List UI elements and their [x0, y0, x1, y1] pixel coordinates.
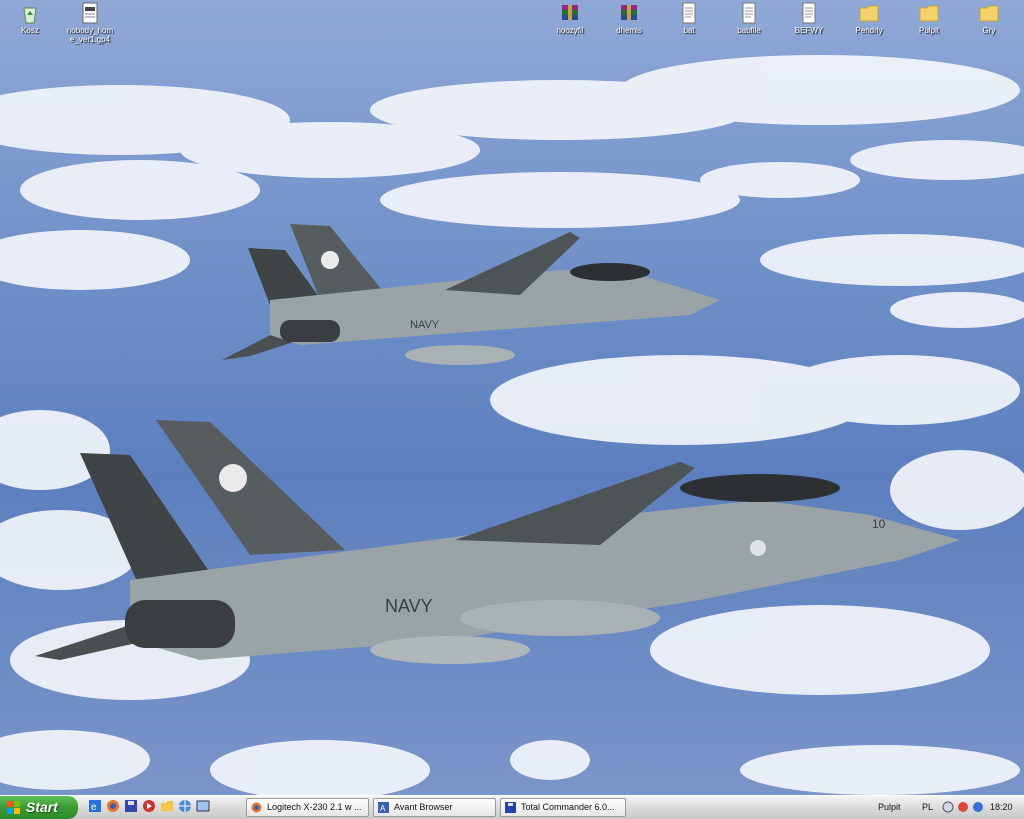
window-icon[interactable] — [196, 799, 210, 813]
text-file-icon — [742, 2, 756, 24]
disk-icon — [505, 802, 516, 813]
jet-top-navy-text: NAVY — [410, 319, 440, 331]
tray-toolbar-label[interactable]: Pulpit — [878, 798, 901, 817]
ie-icon[interactable]: e — [88, 799, 102, 813]
desktop-icon-label: noozyfil — [556, 26, 584, 35]
system-tray: Pulpit PL 18:20 — [872, 798, 1024, 817]
text-file-icon — [682, 2, 696, 24]
save-icon[interactable] — [124, 799, 138, 813]
jet-bottom-side-number: 10 — [872, 517, 886, 531]
document-icon — [82, 2, 98, 24]
sound-icon[interactable] — [942, 801, 954, 813]
windows-flag-icon — [7, 801, 20, 814]
clouds — [0, 55, 1024, 795]
text-file-icon — [802, 2, 816, 24]
desktop-icon-label: Pendrly — [855, 26, 883, 35]
desktop-icon-label: Gry — [982, 26, 996, 35]
folder-icon[interactable] — [160, 799, 174, 813]
desktop-icon-label: BEFWY — [794, 26, 824, 35]
desktop-icon-recycle-bin[interactable]: Kosz — [2, 2, 58, 35]
firefox-icon[interactable] — [106, 799, 120, 813]
taskbar-button-label: Logitech X-230 2.1 w ... — [267, 802, 362, 812]
desktop-icon-babfile[interactable]: babfile — [721, 2, 777, 35]
taskbar: Start e Logitech X-230 2.1 w ... A Avant… — [0, 795, 1024, 819]
security-icon[interactable] — [957, 801, 969, 813]
desktop-icon-befwy[interactable]: BEFWY — [781, 2, 837, 35]
language-indicator[interactable]: PL — [922, 798, 933, 817]
desktop-icon-label: Kosz — [21, 26, 39, 35]
desktop-icon-gp4-file[interactable]: nobody_hom e_ver1.gp4 — [62, 2, 118, 44]
network-status-icon[interactable] — [972, 801, 984, 813]
desktop-icon-gry[interactable]: Gry — [961, 2, 1017, 35]
desktop-icon-label: nobody_hom e_ver1.gp4 — [66, 26, 114, 44]
start-label: Start — [26, 799, 58, 815]
desktop-icon-pulpit[interactable]: Pulpit — [901, 2, 957, 35]
network-icon[interactable] — [178, 799, 192, 813]
desktop-icon-label: Pulpit — [918, 26, 939, 35]
desktop[interactable]: NAVY NAVY 10 Kosz nobody_hom e_ver1.gp4 … — [0, 0, 1024, 795]
svg-text:A: A — [380, 804, 386, 813]
desktop-icon-dhemis[interactable]: dhemis — [601, 2, 657, 35]
jet-bottom-navy-text: NAVY — [385, 596, 433, 616]
jet-top: NAVY — [222, 224, 720, 365]
folder-icon — [859, 5, 879, 22]
taskbar-button-total-commander[interactable]: Total Commander 6.0... — [500, 798, 626, 817]
desktop-icon-label: dhemis — [616, 26, 642, 35]
media-icon[interactable] — [142, 799, 156, 813]
desktop-icon-label: babfile — [737, 26, 761, 35]
desktop-icon-pendrly[interactable]: Pendrly — [841, 2, 897, 35]
desktop-icon-noozyfil[interactable]: noozyfil — [542, 2, 598, 35]
start-button[interactable]: Start — [0, 796, 78, 819]
taskbar-button-logitech[interactable]: Logitech X-230 2.1 w ... — [246, 798, 369, 817]
browser-icon: A — [378, 802, 389, 813]
desktop-icon-bat[interactable]: bat — [661, 2, 717, 35]
taskbar-button-label: Avant Browser — [394, 802, 453, 812]
winrar-archive-icon — [562, 5, 578, 20]
taskbar-button-avant-browser[interactable]: A Avant Browser — [373, 798, 496, 817]
folder-icon — [919, 5, 939, 22]
recycle-bin-icon — [23, 7, 37, 24]
desktop-icon-label: bat — [683, 26, 695, 35]
svg-text:e: e — [91, 802, 97, 813]
wallpaper-f14-jets: NAVY NAVY 10 — [0, 55, 1024, 795]
folder-icon — [979, 5, 999, 22]
winrar-archive-icon — [621, 5, 637, 20]
clock[interactable]: 18:20 — [990, 798, 1013, 817]
firefox-icon — [251, 802, 262, 813]
taskbar-button-label: Total Commander 6.0... — [521, 802, 615, 812]
